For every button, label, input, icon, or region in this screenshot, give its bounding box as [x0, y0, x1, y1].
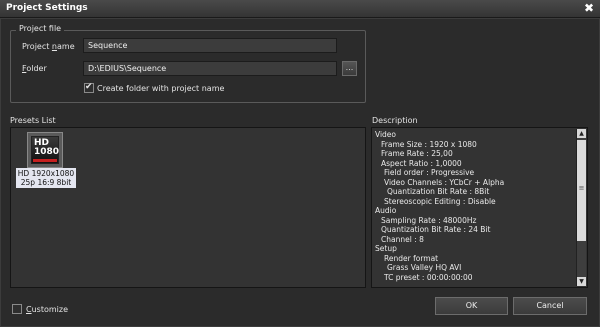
description-line: Frame Rate : 25,00 — [381, 149, 453, 158]
description-line: Quantization Bit Rate : 24 Bit — [381, 225, 491, 234]
preset-icon-face: HD 1080 — [31, 136, 59, 164]
create-folder-label: Create folder with project name — [97, 84, 225, 93]
description-line: Sampling Rate : 48000Hz — [381, 215, 477, 225]
description-panel[interactable]: Video Frame Size : 1920 x 1080 Frame Rate … — [371, 127, 588, 288]
browse-folder-button[interactable]: ... — [342, 61, 357, 76]
description-line: Stereoscopic Editing : Disable — [384, 196, 496, 206]
scroll-up-icon[interactable]: ▲ — [577, 129, 586, 138]
description-label: Description — [372, 116, 418, 125]
description-line: Field order : Progressive — [384, 168, 475, 177]
customize-label: Customize — [26, 305, 68, 314]
close-icon[interactable]: ✖ — [584, 1, 594, 15]
preset-icon-red-bar — [33, 159, 57, 162]
cancel-button[interactable]: Cancel — [513, 297, 587, 315]
folder-label: Folder — [22, 64, 47, 73]
preset-caption-line1: HD 1920x1080 — [17, 169, 75, 178]
description-scrollbar[interactable]: ▲ ≡ ▼ — [576, 129, 586, 286]
preset-icon-res: 1080 — [34, 147, 60, 157]
description-line: Frame Size : 1920 x 1080 — [381, 139, 477, 149]
create-folder-checkbox[interactable] — [84, 82, 94, 93]
customize-checkbox[interactable] — [12, 304, 22, 314]
scroll-down-icon[interactable]: ▼ — [577, 277, 586, 286]
title-bar: Project Settings ✖ — [0, 0, 600, 18]
description-line: Video — [375, 130, 397, 139]
description-line: Setup — [375, 244, 397, 253]
hd-1080-preset-icon[interactable]: HD 1080 — [27, 132, 63, 168]
project-name-label: Project name — [22, 42, 75, 51]
description-line: Channel : 8 — [381, 234, 424, 244]
project-name-field[interactable]: Sequence — [83, 38, 337, 53]
description-line: Quantization Bit Rate : 8Bit — [387, 187, 490, 196]
scroll-grip-icon: ≡ — [578, 184, 585, 192]
description-line: Grass Valley HQ AVI — [387, 263, 462, 272]
presets-list[interactable]: HD 1080 HD 1920x1080 25p 16:9 8bit — [10, 127, 366, 288]
window-title: Project Settings — [6, 3, 88, 13]
ok-button[interactable]: OK — [435, 297, 508, 315]
description-line: Render format — [384, 253, 439, 263]
project-file-group-title: Project file — [16, 24, 65, 33]
description-line: Audio — [375, 206, 397, 215]
folder-path-field[interactable]: D:\EDIUS\Sequence — [83, 61, 337, 76]
preset-caption-line2: 25p 16:9 8bit — [20, 178, 72, 187]
preset-caption[interactable]: HD 1920x1080 25p 16:9 8bit — [16, 168, 76, 188]
presets-list-label: Presets List — [10, 116, 56, 125]
description-lines: Video Frame Size : 1920 x 1080 Frame Rate … — [375, 130, 575, 282]
description-line: Video Channels : YCbCr + Alpha — [384, 177, 505, 187]
description-line: Aspect Ratio : 1,0000 — [381, 158, 462, 168]
scroll-thumb[interactable]: ≡ — [577, 140, 586, 241]
description-line: TC preset : 00:00:00:00 — [384, 272, 473, 282]
